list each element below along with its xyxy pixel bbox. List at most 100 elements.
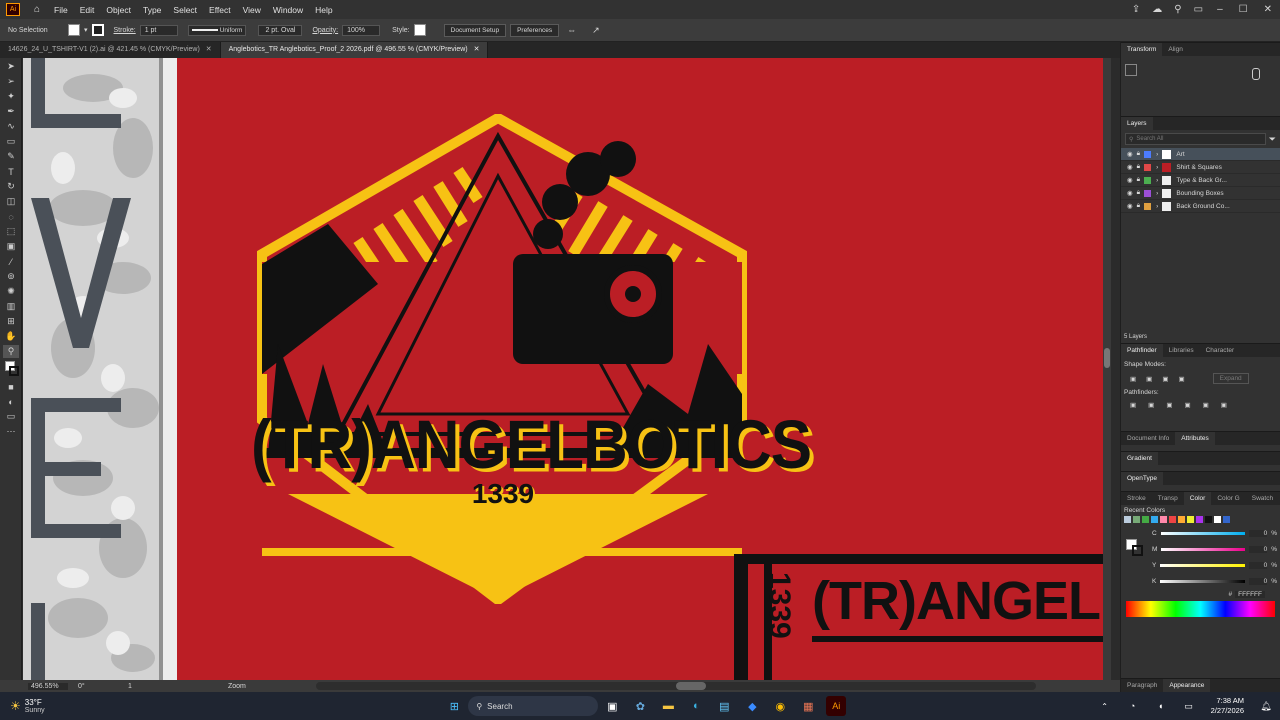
minus-front-icon[interactable]: ▣	[1146, 375, 1152, 383]
graph-tool-icon[interactable]: ▥	[3, 300, 19, 313]
vertical-scrollbar[interactable]	[1103, 58, 1111, 680]
anglebotics-emblem[interactable]	[248, 114, 788, 604]
layer-row[interactable]: ◉ 🔒︎ › Bounding Boxes	[1121, 187, 1280, 200]
notifications-icon[interactable]: 🔔︎	[1256, 696, 1276, 716]
brush-select[interactable]: 2 pt. Oval	[258, 24, 303, 36]
tab-transparency[interactable]: Transp	[1152, 495, 1184, 502]
tab-transform[interactable]: Transform	[1121, 42, 1163, 57]
layer-row[interactable]: ◉ 🔒︎ › Art	[1121, 148, 1280, 161]
tab-stroke[interactable]: Stroke	[1121, 495, 1152, 502]
unite-icon[interactable]: ▣	[1130, 375, 1136, 383]
style-swatch[interactable]	[413, 24, 426, 36]
menu-type[interactable]: Type	[137, 5, 167, 15]
tab-color[interactable]: Color	[1183, 491, 1212, 506]
opacity-label[interactable]: Opacity:	[312, 27, 338, 34]
magenta-slider-row[interactable]: M 0%	[1152, 541, 1277, 557]
edge-icon[interactable]: ◐	[686, 696, 706, 716]
network-icon[interactable]: ◔	[1123, 696, 1143, 716]
opacity-field[interactable]: 100%	[342, 24, 381, 36]
document-setup-button[interactable]: Document Setup	[443, 23, 507, 37]
chevron-down-icon[interactable]: ▾	[84, 26, 88, 34]
tab-pathfinder[interactable]: Pathfinder	[1121, 343, 1163, 358]
home-icon[interactable]: ⌂	[34, 4, 40, 15]
minus-back-icon[interactable]: ▣	[1221, 401, 1227, 409]
clock[interactable]: 7:38 AM 2/27/2026	[1211, 696, 1244, 716]
photos-icon[interactable]: ▦	[798, 696, 818, 716]
layer-row[interactable]: ◉ 🔒︎ › Shirt & Squares	[1121, 161, 1280, 174]
fill-stroke-icon[interactable]	[3, 360, 19, 378]
stroke-profile-select[interactable]: Uniform	[187, 24, 247, 36]
tab-document-2[interactable]: Anglebotics_TR Anglebotics_Proof_2 2026.…	[220, 42, 489, 58]
artboard-navigator[interactable]: 1	[128, 683, 158, 690]
tab-character[interactable]: Character	[1200, 347, 1241, 354]
tab-attributes[interactable]: Attributes	[1175, 431, 1215, 446]
chrome-icon[interactable]: ◉	[770, 696, 790, 716]
black-slider-row[interactable]: K 0%	[1152, 573, 1277, 589]
layers-search-input[interactable]: ⚲ Search All	[1125, 133, 1266, 145]
stroke-weight-field[interactable]: 1 pt	[139, 24, 178, 36]
illustrator-taskbar-icon[interactable]: Ai	[826, 696, 847, 716]
taskbar-search-box[interactable]: ⚲ Search	[468, 696, 599, 716]
direct-selection-tool-icon[interactable]: ➢	[3, 75, 19, 88]
magic-wand-tool-icon[interactable]: ✦	[3, 90, 19, 103]
tab-libraries[interactable]: Libraries	[1163, 347, 1200, 354]
type-tool-icon[interactable]: T	[3, 165, 19, 178]
arrange-icon[interactable]: ⇔	[567, 25, 576, 35]
curvature-tool-icon[interactable]: ∿	[3, 120, 19, 133]
drawing-mode-icon[interactable]: ◐	[3, 395, 19, 408]
trim-icon[interactable]: ▣	[1148, 401, 1154, 409]
workspace-icon[interactable]: ▭	[1194, 4, 1203, 15]
stroke-label[interactable]: Stroke:	[114, 27, 136, 34]
tab-gradient[interactable]: Gradient	[1121, 451, 1158, 466]
menu-help[interactable]: Help	[309, 5, 338, 15]
task-view-icon[interactable]: ▣	[602, 696, 622, 716]
screen-mode-icon[interactable]: ▭	[3, 410, 19, 423]
battery-icon[interactable]: ▭	[1179, 696, 1199, 716]
menu-window[interactable]: Window	[267, 5, 309, 15]
menu-effect[interactable]: Effect	[203, 5, 237, 15]
rotate-tool-icon[interactable]: ↻	[3, 180, 19, 193]
zoom-level-field[interactable]: 496.55%	[28, 682, 68, 690]
menu-edit[interactable]: Edit	[74, 5, 101, 15]
tab-swatches[interactable]: Swatch	[1246, 495, 1279, 502]
horizontal-scrollbar[interactable]	[315, 682, 1036, 690]
exclude-icon[interactable]: ▣	[1178, 375, 1184, 383]
eraser-tool-icon[interactable]: ◫	[3, 195, 19, 208]
tab-layers[interactable]: Layers	[1121, 116, 1153, 131]
maximize-icon[interactable]: ☐	[1239, 4, 1248, 15]
menu-file[interactable]: File	[48, 5, 74, 15]
hand-tool-icon[interactable]: ✋	[3, 330, 19, 343]
rotation-field[interactable]: 0°	[78, 683, 118, 690]
hex-field[interactable]: FFFFFF	[1235, 591, 1265, 598]
tab-document-1[interactable]: 14626_24_U_TSHIRT-V1 (2).ai @ 421.45 % (…	[0, 42, 221, 58]
stroke-swatch[interactable]	[91, 24, 104, 36]
menu-view[interactable]: View	[237, 5, 267, 15]
tab-appearance[interactable]: Appearance	[1163, 678, 1211, 693]
cyan-slider-row[interactable]: C 0%	[1152, 525, 1277, 541]
pen-tool-icon[interactable]: ✒	[3, 105, 19, 118]
chevron-up-icon[interactable]: ⌃	[1095, 696, 1115, 716]
artboard-tool-icon[interactable]: ⊞	[3, 315, 19, 328]
preferences-button[interactable]: Preferences	[510, 23, 560, 37]
reference-point-icon[interactable]	[1125, 64, 1137, 76]
rectangle-tool-icon[interactable]: ▭	[3, 135, 19, 148]
tab-color-guide[interactable]: Color G	[1211, 495, 1245, 502]
file-explorer-icon[interactable]: ▬	[658, 696, 678, 716]
tab-paragraph[interactable]: Paragraph	[1121, 682, 1163, 689]
fill-stroke-icon[interactable]	[1124, 525, 1146, 565]
layer-row[interactable]: ◉ 🔒︎ › Type & Back Gr...	[1121, 174, 1280, 187]
tab-align[interactable]: Align	[1162, 46, 1188, 53]
eyedropper-tool-icon[interactable]: ⁄	[3, 255, 19, 268]
menu-object[interactable]: Object	[100, 5, 137, 15]
share-icon[interactable]: ⇪	[1132, 4, 1140, 15]
artboard-canvas[interactable]: (TR)ANGELBOTICS 1339 1339 (TR)ANGELBOT	[23, 58, 1111, 680]
volume-icon[interactable]: ◖	[1151, 696, 1171, 716]
weather-widget[interactable]: ☀ 33°F Sunny	[0, 698, 200, 714]
blend-tool-icon[interactable]: ⊚	[3, 270, 19, 283]
expand-button[interactable]: Expand	[1212, 373, 1249, 384]
menu-select[interactable]: Select	[167, 5, 203, 15]
recent-colors-swatches[interactable]	[1124, 516, 1277, 523]
color-spectrum[interactable]	[1126, 601, 1275, 617]
divide-icon[interactable]: ▣	[1130, 401, 1136, 409]
fill-swatch[interactable]	[68, 24, 80, 36]
